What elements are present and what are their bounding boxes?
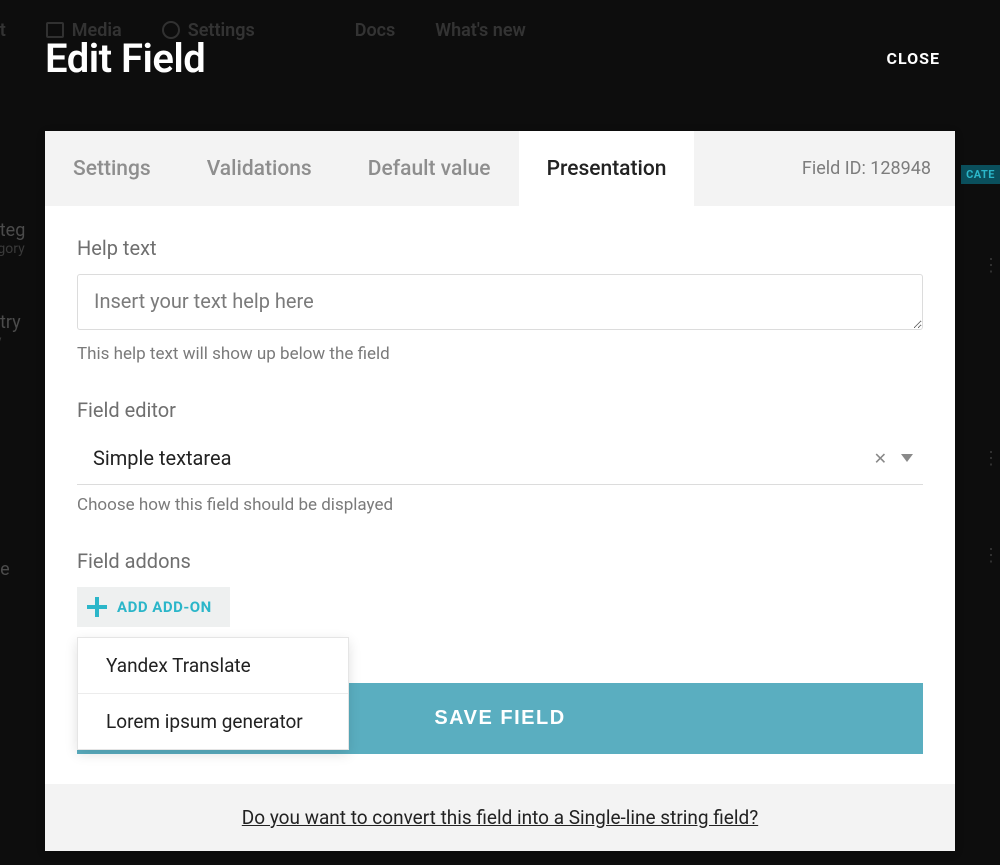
background-sidebar: ateg egory ntry ry ge y: [0, 220, 25, 711]
help-text-input[interactable]: [77, 274, 923, 330]
help-text-label: Help text: [77, 236, 923, 260]
field-editor-value: Simple textarea: [93, 446, 874, 470]
edit-field-modal: Settings Validations Default value Prese…: [45, 131, 955, 851]
modal-footer: Do you want to convert this field into a…: [45, 784, 955, 851]
background-tag: CATE: [961, 165, 1000, 184]
field-addons-label: Field addons: [77, 549, 923, 573]
field-editor-label: Field editor: [77, 398, 923, 422]
clear-icon[interactable]: ✕: [874, 449, 887, 468]
row-drag-icon: ⋮: [982, 545, 1000, 566]
tab-validations[interactable]: Validations: [179, 131, 340, 206]
close-button[interactable]: CLOSE: [886, 49, 940, 68]
field-editor-block: Field editor Simple textarea ✕ Choose ho…: [77, 398, 923, 515]
convert-field-link[interactable]: Do you want to convert this field into a…: [242, 806, 758, 829]
field-addons-block: Field addons ADD ADD-ON Yandex Translate…: [77, 549, 923, 627]
nav-content: ent: [0, 20, 6, 41]
modal-title: Edit Field: [45, 35, 205, 82]
tab-presentation[interactable]: Presentation: [519, 131, 695, 206]
addon-option-yandex[interactable]: Yandex Translate: [78, 638, 348, 693]
help-text-block: Help text This help text will show up be…: [77, 236, 923, 364]
help-text-hint: This help text will show up below the fi…: [77, 344, 923, 364]
add-addon-label: ADD ADD-ON: [117, 598, 212, 616]
plus-icon: [87, 597, 107, 617]
tabbar: Settings Validations Default value Prese…: [45, 131, 955, 206]
field-editor-select[interactable]: Simple textarea ✕: [77, 436, 923, 485]
chevron-down-icon: [901, 454, 913, 462]
row-drag-icon: ⋮: [982, 448, 1000, 469]
field-id-label: Field ID: 128948: [778, 131, 955, 206]
field-editor-hint: Choose how this field should be displaye…: [77, 495, 923, 515]
add-addon-button[interactable]: ADD ADD-ON: [77, 587, 230, 627]
addon-option-lorem[interactable]: Lorem ipsum generator: [78, 693, 348, 749]
addon-dropdown: Yandex Translate Lorem ipsum generator: [77, 637, 349, 750]
tab-settings[interactable]: Settings: [45, 131, 179, 206]
row-drag-icon: ⋮: [982, 255, 1000, 276]
tab-default-value[interactable]: Default value: [340, 131, 519, 206]
